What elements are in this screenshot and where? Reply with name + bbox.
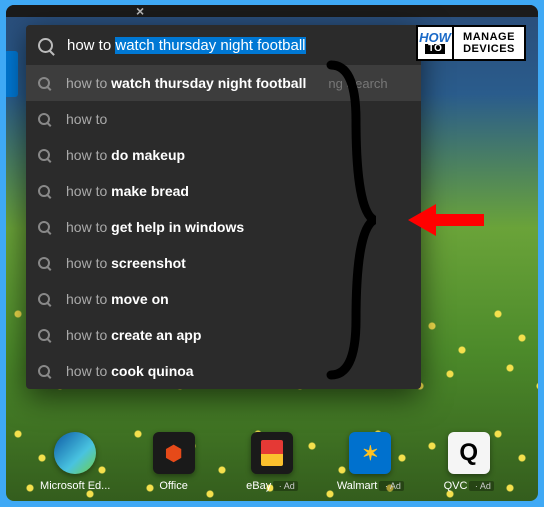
search-dropdown-panel: how to watch thursday night football how… bbox=[26, 25, 421, 389]
ebay-icon bbox=[251, 432, 293, 474]
suggestion-text: how to bbox=[66, 111, 107, 127]
suggestion-item[interactable]: how to make bread bbox=[26, 173, 421, 209]
taskbar-app-label: Office bbox=[159, 480, 188, 492]
qvc-icon: Q bbox=[448, 432, 490, 474]
taskbar-app-label: Microsoft Ed... bbox=[40, 480, 110, 492]
suggestion-item[interactable]: how to move on bbox=[26, 281, 421, 317]
suggestion-text: how to watch thursday night football bbox=[66, 75, 306, 91]
suggestion-text: how to make bread bbox=[66, 183, 189, 199]
taskbar-app-qvc[interactable]: Q QVC · Ad bbox=[424, 432, 514, 492]
logo-line1: MANAGE bbox=[463, 31, 515, 43]
suggestion-text: how to cook quinoa bbox=[66, 363, 194, 379]
tab-close-icon[interactable]: × bbox=[136, 5, 144, 19]
search-icon bbox=[38, 185, 50, 197]
search-icon bbox=[38, 293, 50, 305]
office-icon: ⬢ bbox=[153, 432, 195, 474]
suggestion-text: how to screenshot bbox=[66, 255, 186, 271]
window-titlebar bbox=[6, 5, 538, 17]
ad-badge: · Ad bbox=[273, 481, 298, 491]
suggestion-item[interactable]: how to do makeup bbox=[26, 137, 421, 173]
suggestion-text: how to get help in windows bbox=[66, 219, 244, 235]
taskbar-app-edge[interactable]: Microsoft Ed... bbox=[30, 432, 120, 492]
suggestion-item[interactable]: how to cook quinoa bbox=[26, 353, 421, 389]
ad-badge: · Ad bbox=[469, 481, 494, 491]
logo-how: HOW bbox=[419, 33, 451, 43]
search-icon bbox=[38, 221, 50, 233]
edge-icon bbox=[54, 432, 96, 474]
logo-line2: DEVICES bbox=[463, 43, 515, 55]
search-icon bbox=[38, 257, 50, 269]
suggestion-hint: ng Search bbox=[328, 76, 387, 91]
edge-sidebar-indicator bbox=[6, 51, 18, 97]
suggestion-item[interactable]: how to create an app bbox=[26, 317, 421, 353]
search-icon bbox=[38, 38, 53, 53]
taskbar-app-label: Walmart · Ad bbox=[337, 480, 404, 492]
suggestions-list: how to watch thursday night football ng S… bbox=[26, 65, 421, 389]
desktop-frame: × how to watch thursday night football h… bbox=[6, 5, 538, 501]
search-autocomplete-text: watch thursday night football bbox=[115, 37, 305, 54]
watermark-logo: HOW TO MANAGE DEVICES bbox=[416, 25, 526, 61]
search-icon bbox=[38, 113, 50, 125]
taskbar-app-walmart[interactable]: ✶ Walmart · Ad bbox=[325, 432, 415, 492]
suggestion-text: how to move on bbox=[66, 291, 169, 307]
suggestion-item[interactable]: how to watch thursday night football ng S… bbox=[26, 65, 421, 101]
taskbar-app-ebay[interactable]: eBay · Ad bbox=[227, 432, 317, 492]
search-icon bbox=[38, 77, 50, 89]
ad-badge: · Ad bbox=[379, 481, 404, 491]
walmart-icon: ✶ bbox=[349, 432, 391, 474]
suggestion-item[interactable]: how to screenshot bbox=[26, 245, 421, 281]
suggestion-text: how to do makeup bbox=[66, 147, 185, 163]
taskbar: Microsoft Ed... ⬢ Office eBay · Ad ✶ Walmart … bbox=[6, 423, 538, 501]
search-input-row[interactable]: how to watch thursday night football bbox=[26, 25, 421, 65]
search-icon bbox=[38, 149, 50, 161]
taskbar-app-label: eBay · Ad bbox=[246, 480, 298, 492]
logo-to: TO bbox=[425, 44, 445, 54]
suggestion-item[interactable]: how to get help in windows bbox=[26, 209, 421, 245]
search-typed-text: how to bbox=[67, 37, 115, 54]
taskbar-app-office[interactable]: ⬢ Office bbox=[129, 432, 219, 492]
search-icon bbox=[38, 365, 50, 377]
suggestion-item[interactable]: how to bbox=[26, 101, 421, 137]
suggestion-text: how to create an app bbox=[66, 327, 201, 343]
taskbar-app-label: QVC · Ad bbox=[444, 480, 494, 492]
search-icon bbox=[38, 329, 50, 341]
search-input-text[interactable]: how to watch thursday night football bbox=[67, 37, 306, 54]
